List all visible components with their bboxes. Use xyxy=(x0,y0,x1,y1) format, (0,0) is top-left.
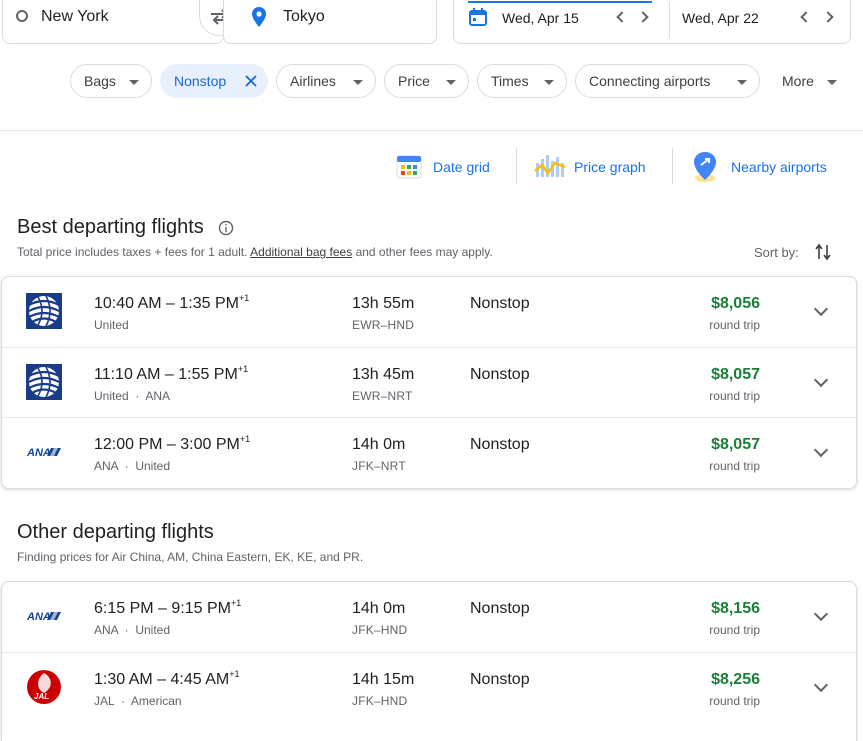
ana-logo-icon: ANA xyxy=(26,447,61,459)
expand-icon[interactable] xyxy=(813,372,829,388)
svg-text:JAL: JAL xyxy=(34,692,49,701)
dropdown-arrow-icon xyxy=(737,80,747,85)
flight-row[interactable]: 11:10 AM – 1:55 PM+1 United · ANA 13h 45… xyxy=(2,347,856,417)
nearby-airports-icon xyxy=(694,152,716,182)
svg-text:ANA: ANA xyxy=(26,611,51,623)
nonstop-filter[interactable]: Nonstop xyxy=(160,64,268,98)
depart-date[interactable]: Wed, Apr 15 xyxy=(502,10,579,26)
info-icon[interactable] xyxy=(218,220,234,236)
flight-price: $8,057 xyxy=(711,436,760,453)
flight-row[interactable]: ANA 12:00 PM – 3:00 PM+1 ANA · United 14… xyxy=(2,417,856,487)
toolbar-separator xyxy=(516,148,517,184)
date-range-field[interactable]: Wed, Apr 15 Wed, Apr 22 xyxy=(453,0,851,44)
more-filters[interactable]: More xyxy=(768,64,850,98)
return-prev-icon[interactable] xyxy=(800,11,812,23)
divider xyxy=(0,130,863,131)
expand-icon[interactable] xyxy=(813,301,829,317)
calendar-icon xyxy=(469,8,487,26)
price-filter[interactable]: Price xyxy=(384,64,469,98)
jal-logo-icon: JAL xyxy=(27,670,61,704)
other-flights-title: Other departing flights xyxy=(17,521,214,543)
bag-fees-link[interactable]: Additional bag fees xyxy=(250,245,352,259)
date-grid-button[interactable]: Date grid xyxy=(394,150,499,184)
destination-field[interactable]: Tokyo xyxy=(223,0,437,44)
ana-logo-icon: ANA xyxy=(26,611,61,623)
sort-icon[interactable] xyxy=(815,243,831,261)
flight-price: $8,057 xyxy=(711,366,760,383)
flight-row[interactable]: ANA 6:15 PM – 9:15 PM+1 ANA · United 14h… xyxy=(2,582,856,652)
other-flights-note: Finding prices for Air China, AM, China … xyxy=(17,550,364,564)
best-flights-list: 10:40 AM – 1:35 PM+1 United 13h 55m EWR–… xyxy=(1,276,857,489)
dropdown-arrow-icon xyxy=(353,80,363,85)
origin-field[interactable]: New York xyxy=(2,0,224,44)
toolbar-separator xyxy=(672,148,673,184)
airlines-filter[interactable]: Airlines xyxy=(276,64,376,98)
location-pin-icon xyxy=(252,7,266,27)
flight-row[interactable]: JAL 1:30 AM – 4:45 AM+1 JAL · American 1… xyxy=(2,652,856,722)
dropdown-arrow-icon xyxy=(129,80,139,85)
times-filter[interactable]: Times xyxy=(477,64,567,98)
bags-filter[interactable]: Bags xyxy=(70,64,152,98)
expand-icon[interactable] xyxy=(813,442,829,458)
price-graph-icon xyxy=(534,155,566,177)
flight-price: $8,256 xyxy=(711,671,760,688)
origin-text: New York xyxy=(41,8,109,25)
depart-next-icon[interactable] xyxy=(637,11,649,23)
expand-icon[interactable] xyxy=(813,677,829,693)
date-grid-icon xyxy=(396,155,422,179)
best-flights-title: Best departing flights xyxy=(17,216,204,238)
flight-price: $8,056 xyxy=(711,295,760,312)
price-graph-button[interactable]: Price graph xyxy=(533,150,658,184)
nearby-airports-button[interactable]: Nearby airports xyxy=(690,150,840,184)
origin-circle-icon xyxy=(16,10,28,22)
svg-text:ANA: ANA xyxy=(26,447,51,459)
dropdown-arrow-icon xyxy=(544,80,554,85)
flight-row[interactable]: 10:40 AM – 1:35 PM+1 United 13h 55m EWR–… xyxy=(2,277,856,347)
close-icon[interactable] xyxy=(245,75,257,87)
destination-text: Tokyo xyxy=(283,8,325,25)
return-next-icon[interactable] xyxy=(822,11,834,23)
united-logo-icon xyxy=(26,364,62,400)
return-date[interactable]: Wed, Apr 22 xyxy=(682,10,759,26)
united-logo-icon xyxy=(26,293,62,329)
connecting-airports-filter[interactable]: Connecting airports xyxy=(575,64,760,98)
other-flights-list: ANA 6:15 PM – 9:15 PM+1 ANA · United 14h… xyxy=(1,581,857,741)
best-flights-note: Total price includes taxes + fees for 1 … xyxy=(17,245,493,259)
dropdown-arrow-icon xyxy=(446,80,456,85)
sort-label: Sort by: xyxy=(754,245,799,260)
dropdown-arrow-icon xyxy=(827,80,837,85)
expand-icon[interactable] xyxy=(813,606,829,622)
flight-price: $8,156 xyxy=(711,600,760,617)
depart-prev-icon[interactable] xyxy=(616,11,628,23)
